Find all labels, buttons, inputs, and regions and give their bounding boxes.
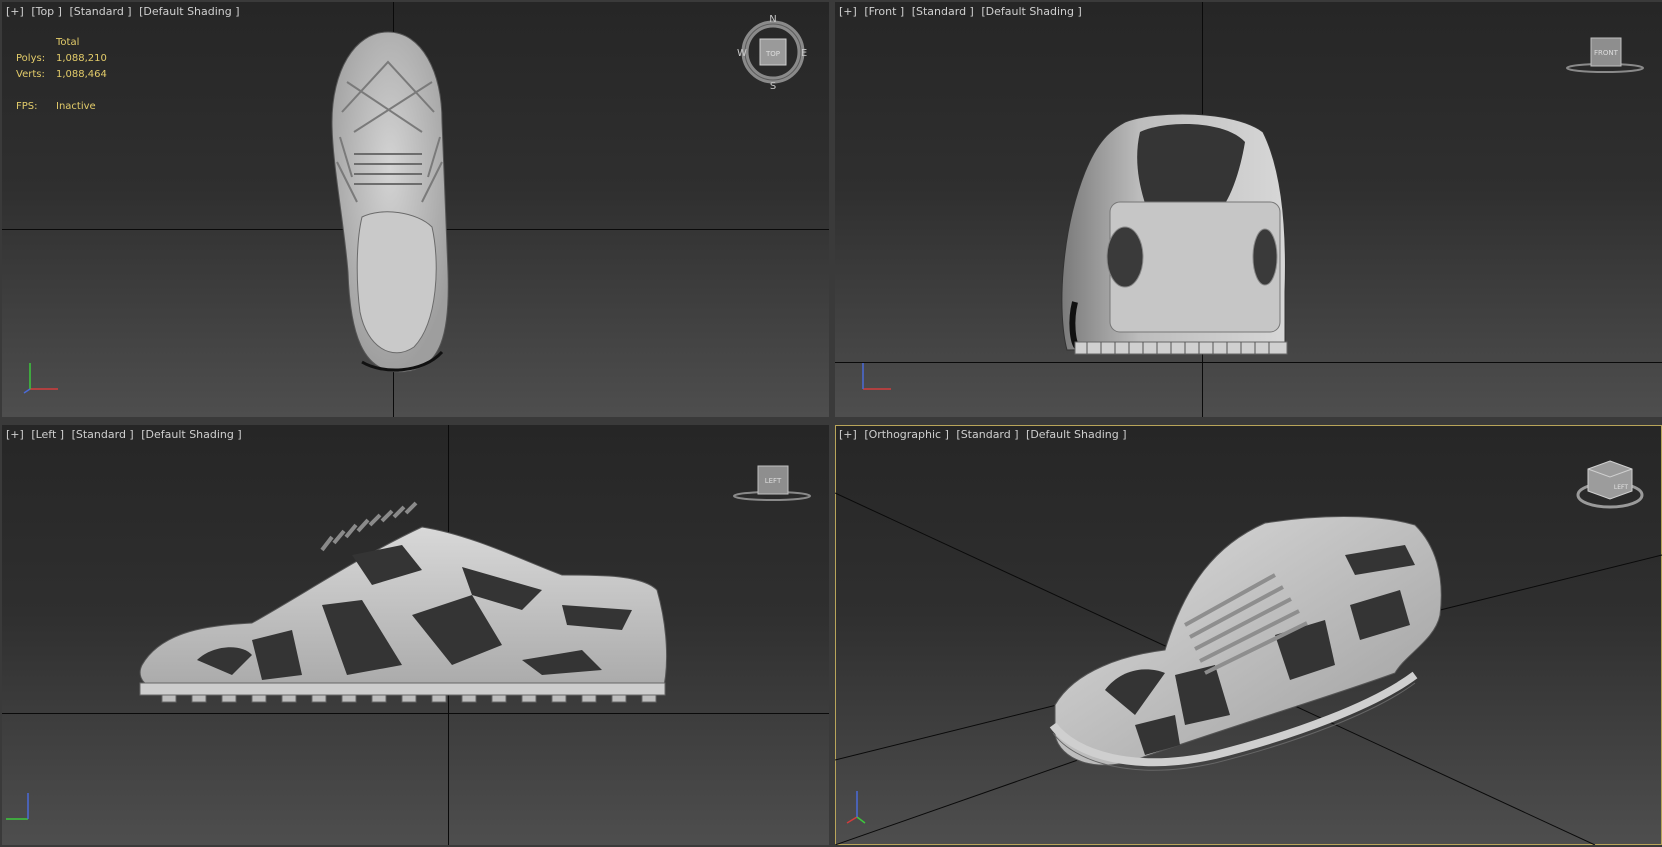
axis-tripod-icon [846, 791, 866, 824]
viewport-standard-menu[interactable]: [Standard ] [912, 5, 974, 18]
viewport-point-of-view-menu[interactable]: [Top ] [31, 5, 62, 18]
viewport-left[interactable]: [+] [Left ] [Standard ] [Default Shading… [2, 425, 829, 845]
viewport-menu-plus[interactable]: [+] [839, 5, 857, 18]
viewport-front[interactable]: [+] [Front ] [Standard ] [Default Shadin… [835, 2, 1662, 417]
viewcube[interactable]: LEFT [732, 460, 812, 505]
fps-label: FPS: [16, 101, 38, 112]
viewport-menu-plus[interactable]: [+] [839, 428, 857, 441]
compass-east: E [801, 48, 807, 59]
viewcube-face-label: LEFT [1614, 484, 1628, 491]
axis-tripod-icon [23, 363, 58, 394]
shoe-perspective-view [835, 492, 1662, 845]
viewcube-face-label: TOP [765, 50, 780, 58]
fps-value: Inactive [56, 101, 96, 112]
viewport-point-of-view-menu[interactable]: [Orthographic ] [864, 428, 949, 441]
viewcube[interactable]: LEFT [1570, 455, 1650, 515]
axis-tripod-icon [6, 793, 29, 820]
polys-value: 1,088,210 [56, 53, 107, 64]
polys-label: Polys: [16, 53, 46, 64]
viewport-menu-plus[interactable]: [+] [6, 5, 24, 18]
viewport-label-front: [+] [Front ] [Standard ] [Default Shadin… [839, 5, 1086, 18]
viewport-point-of-view-menu[interactable]: [Left ] [31, 428, 64, 441]
viewport-shading-menu[interactable]: [Default Shading ] [981, 5, 1081, 18]
viewport-menu-plus[interactable]: [+] [6, 428, 24, 441]
statistics-overlay: Total Polys: 1,088,210 Verts: 1,088,464 FP… [16, 35, 107, 115]
verts-label: Verts: [16, 69, 45, 80]
viewport-shading-menu[interactable]: [Default Shading ] [141, 428, 241, 441]
stats-header: Total [56, 37, 80, 48]
viewcube-face-label: LEFT [765, 477, 782, 485]
viewport-shading-menu[interactable]: [Default Shading ] [1026, 428, 1126, 441]
viewcube-compass[interactable]: TOP N S E W [737, 14, 809, 92]
compass-north: N [769, 14, 776, 25]
viewport-label-top: [+] [Top ] [Standard ] [Default Shading … [6, 5, 244, 18]
shoe-front-view [1061, 113, 1288, 355]
shoe-top-view [331, 31, 449, 373]
viewport-standard-menu[interactable]: [Standard ] [956, 428, 1018, 441]
compass-south: S [770, 81, 776, 90]
viewport-label-orthographic: [+] [Orthographic ] [Standard ] [Default… [839, 428, 1131, 441]
axis-tripod-icon [862, 363, 891, 390]
shoe-left-view [139, 501, 668, 703]
verts-value: 1,088,464 [56, 69, 107, 80]
viewport-orthographic[interactable]: [+] [Orthographic ] [Standard ] [Default… [835, 425, 1662, 845]
viewport-standard-menu[interactable]: [Standard ] [69, 5, 131, 18]
viewport-point-of-view-menu[interactable]: [Front ] [864, 5, 904, 18]
viewcube-face-label: FRONT [1594, 49, 1619, 57]
viewcube[interactable]: FRONT [1565, 32, 1645, 77]
compass-west: W [737, 48, 747, 59]
viewport-label-left: [+] [Left ] [Standard ] [Default Shading… [6, 428, 246, 441]
viewport-standard-menu[interactable]: [Standard ] [72, 428, 134, 441]
viewport-top[interactable]: [+] [Top ] [Standard ] [Default Shading … [2, 2, 829, 417]
viewport-shading-menu[interactable]: [Default Shading ] [139, 5, 239, 18]
